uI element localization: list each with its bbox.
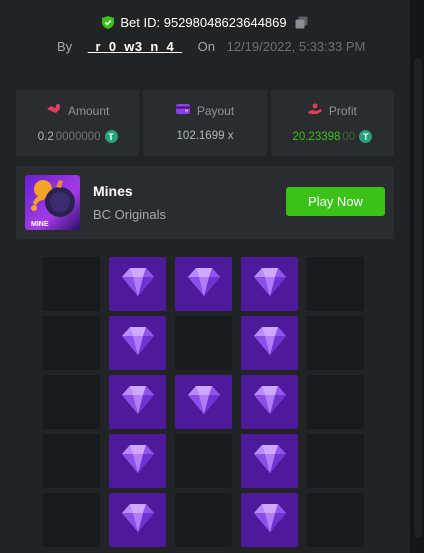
bet-id-text: Bet ID: 9529804862364486​9 xyxy=(120,15,287,30)
payout-value: 102.1699 x xyxy=(176,130,234,142)
diamond-icon xyxy=(187,267,221,302)
empty-tile xyxy=(43,434,100,488)
empty-tile xyxy=(307,493,364,547)
bet-date: 12/19/2022, 5:33:33 PM xyxy=(226,39,366,54)
gem-tile xyxy=(109,316,166,370)
amount-icon xyxy=(46,103,61,118)
wallet-icon xyxy=(175,103,190,118)
diamond-icon xyxy=(187,385,221,420)
gem-tile xyxy=(241,493,298,547)
bet-stats: Amount 0.2 0000000 T Payout 102.1699 x P… xyxy=(16,90,394,156)
gem-tile xyxy=(109,434,166,488)
scrollbar-thumb[interactable] xyxy=(414,58,422,538)
gem-tile xyxy=(241,257,298,311)
payout-stat: Payout 102.1699 x xyxy=(143,90,267,156)
empty-tile xyxy=(307,316,364,370)
game-provider: BC Originals xyxy=(93,207,166,222)
game-info: MINE Mines BC Originals Play Now xyxy=(16,166,394,239)
gem-tile xyxy=(241,375,298,429)
diamond-icon xyxy=(253,444,287,479)
profit-icon xyxy=(307,103,322,118)
empty-tile xyxy=(175,434,232,488)
bet-details-panel: Bet ID: 9529804862364486​9 By _r_0_w3_n_… xyxy=(0,0,410,553)
empty-tile xyxy=(307,375,364,429)
copy-icon[interactable] xyxy=(295,16,308,32)
profit-stat: Profit 20.23398 00 T xyxy=(270,90,394,156)
game-name: Mines xyxy=(93,183,133,199)
diamond-icon xyxy=(121,444,155,479)
empty-tile xyxy=(43,316,100,370)
payout-label: Payout xyxy=(196,103,235,118)
diamond-icon xyxy=(253,267,287,302)
profit-value-dim: 00 xyxy=(342,130,356,143)
empty-tile xyxy=(43,257,100,311)
author-row: By _r_0_w3_n_4_ On 12/19/2022, 5:33:33 P… xyxy=(57,39,365,54)
gem-tile xyxy=(175,375,232,429)
diamond-icon xyxy=(253,385,287,420)
gem-tile xyxy=(175,257,232,311)
gem-tile xyxy=(241,316,298,370)
diamond-icon xyxy=(253,326,287,361)
by-label: By xyxy=(57,39,73,54)
diamond-icon xyxy=(121,267,155,302)
amount-label: Amount xyxy=(67,103,110,118)
gem-tile xyxy=(109,257,166,311)
scrollbar[interactable] xyxy=(410,0,424,553)
tether-icon: T xyxy=(359,130,373,143)
amount-stat: Amount 0.2 0000000 T xyxy=(16,90,140,156)
empty-tile xyxy=(175,316,232,370)
mines-game-thumbnail[interactable]: MINE xyxy=(25,175,80,230)
diamond-icon xyxy=(121,503,155,538)
profit-label: Profit xyxy=(328,103,357,118)
empty-tile xyxy=(307,257,364,311)
amount-value-dim: 0000000 xyxy=(55,130,101,143)
diamond-icon xyxy=(121,326,155,361)
play-now-button[interactable]: Play Now xyxy=(286,187,385,216)
gem-tile xyxy=(109,493,166,547)
bet-id-row: Bet ID: 9529804862364486​9 xyxy=(0,15,410,32)
diamond-icon xyxy=(253,503,287,538)
empty-tile xyxy=(43,493,100,547)
username-link[interactable]: _r_0_w3_n_4_ xyxy=(88,39,182,54)
shield-check-icon xyxy=(102,16,115,32)
empty-tile xyxy=(175,493,232,547)
tether-icon: T xyxy=(104,130,118,143)
gem-tile xyxy=(241,434,298,488)
thumb-label: MINE xyxy=(31,221,49,228)
on-label: On xyxy=(197,39,215,54)
empty-tile xyxy=(307,434,364,488)
amount-value-main: 0.2 xyxy=(37,130,54,143)
gem-tile xyxy=(109,375,166,429)
diamond-icon xyxy=(121,385,155,420)
profit-value-main: 20.23398 xyxy=(292,130,341,143)
mines-board xyxy=(43,257,364,547)
empty-tile xyxy=(43,375,100,429)
